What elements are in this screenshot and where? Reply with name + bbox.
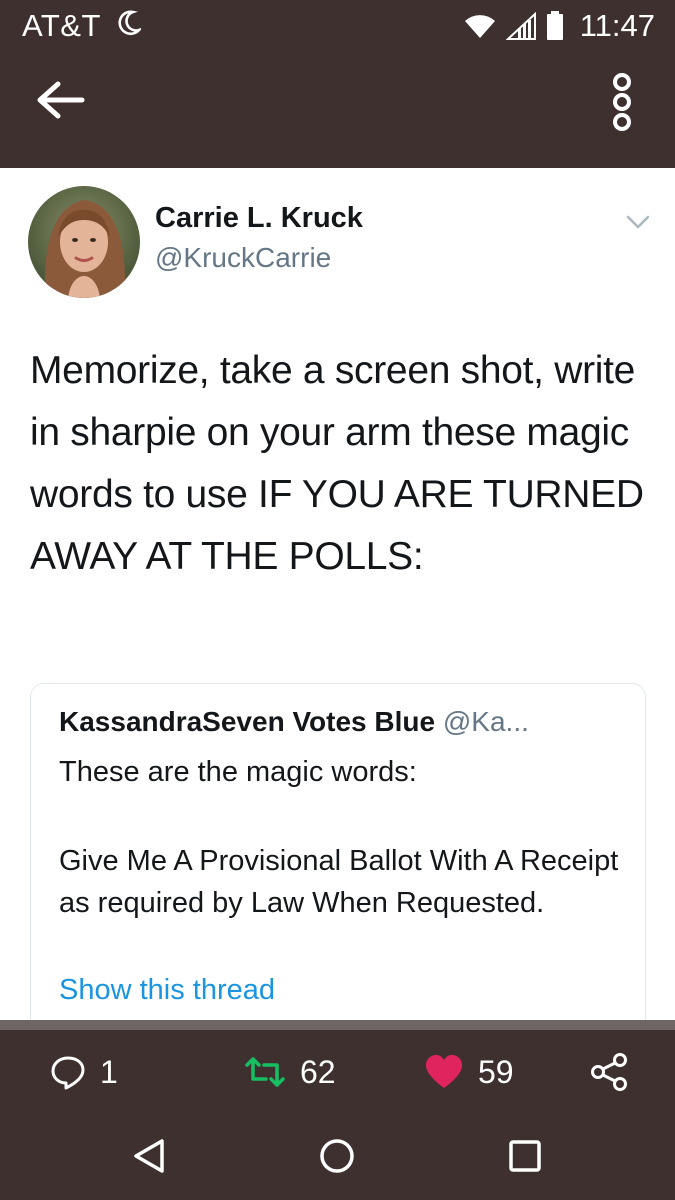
battery-icon bbox=[546, 11, 563, 40]
retweet-button[interactable]: 62 bbox=[244, 1052, 336, 1092]
back-triangle-icon[interactable] bbox=[130, 1136, 170, 1176]
quoted-text-body: Give Me A Provisional Ballot With A Rece… bbox=[59, 845, 619, 919]
show-thread-link[interactable]: Show this thread bbox=[59, 974, 275, 1007]
app-bar bbox=[0, 52, 675, 168]
more-vertical-icon[interactable] bbox=[602, 70, 642, 134]
quoted-text-line: These are the magic words: bbox=[59, 756, 417, 788]
reply-icon bbox=[51, 1056, 85, 1090]
retweet-icon bbox=[245, 1057, 285, 1087]
signal-icon bbox=[505, 12, 536, 40]
recents-square-icon[interactable] bbox=[505, 1136, 545, 1176]
wifi-icon bbox=[464, 15, 495, 39]
back-arrow-icon[interactable] bbox=[32, 78, 88, 122]
retweet-count: 62 bbox=[300, 1053, 336, 1090]
quoted-author-handle: @Ka... bbox=[442, 706, 529, 737]
action-bar: 1 62 59 bbox=[0, 1020, 675, 1112]
share-icon[interactable] bbox=[590, 1052, 630, 1092]
heart-icon bbox=[426, 1055, 462, 1088]
system-nav-bar bbox=[0, 1112, 675, 1200]
quoted-tweet[interactable]: KassandraSeven Votes Blue @Ka... These a… bbox=[30, 683, 646, 1020]
home-circle-icon[interactable] bbox=[317, 1136, 357, 1176]
like-count: 59 bbox=[478, 1053, 514, 1090]
clock: 11:47 bbox=[579, 8, 655, 43]
status-icons: 11:47 bbox=[464, 6, 655, 46]
quoted-author: KassandraSeven Votes Blue @Ka... bbox=[59, 706, 529, 738]
reply-button[interactable]: 1 bbox=[50, 1052, 118, 1092]
reply-count: 1 bbox=[100, 1053, 118, 1090]
quoted-author-name: KassandraSeven Votes Blue bbox=[59, 706, 436, 737]
moon-icon bbox=[118, 10, 141, 35]
status-bar: AT&T 11:47 bbox=[0, 0, 675, 52]
like-button[interactable]: 59 bbox=[424, 1052, 514, 1092]
carrier-label: AT&T bbox=[22, 8, 101, 43]
tweet-text: Memorize, take a screen shot, write in s… bbox=[30, 349, 644, 578]
tweet-card: Carrie L. Kruck @KruckCarrie Memorize, t… bbox=[0, 168, 675, 1020]
chevron-down-icon[interactable] bbox=[625, 213, 651, 231]
author-name[interactable]: Carrie L. Kruck bbox=[155, 202, 363, 235]
avatar[interactable] bbox=[28, 186, 140, 298]
author-handle[interactable]: @KruckCarrie bbox=[155, 242, 331, 274]
